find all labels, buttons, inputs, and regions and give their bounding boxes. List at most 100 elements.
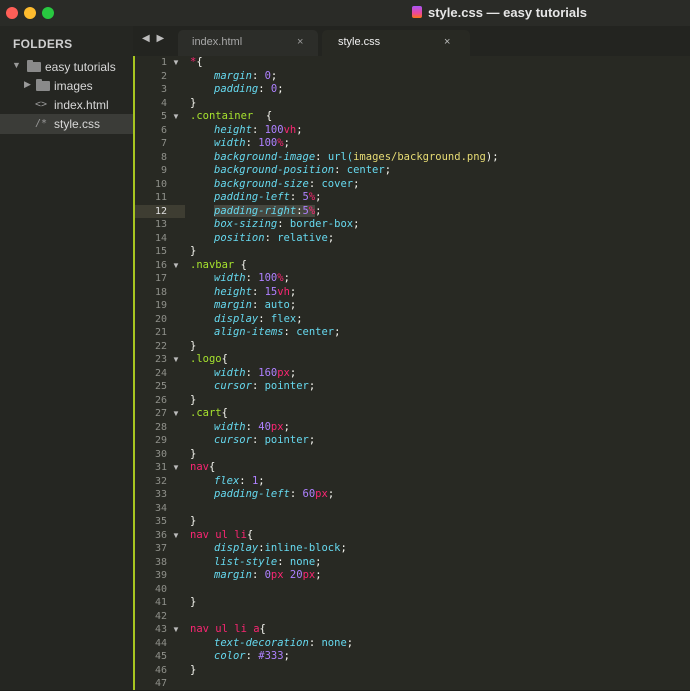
code-line[interactable]: 7 width: 100%; [135, 137, 690, 151]
code-line[interactable]: 34 [135, 502, 690, 516]
token: 0 [270, 83, 278, 95]
code-line[interactable]: 20 display: flex; [135, 313, 690, 327]
code-line[interactable]: 32 flex: 1; [135, 475, 690, 489]
code-line[interactable]: 30 } [135, 448, 690, 462]
fold-arrow-icon[interactable]: ▼ [172, 531, 180, 540]
tab-index-html[interactable]: index.html × [178, 30, 318, 56]
close-window-button[interactable] [6, 7, 18, 19]
token: display [214, 542, 259, 554]
fold-arrow-icon[interactable]: ▼ [172, 58, 180, 67]
token: % [277, 272, 284, 284]
code-line[interactable]: 41 } [135, 596, 690, 610]
minimize-window-button[interactable] [24, 7, 36, 19]
code-line[interactable]: 24 width: 160px; [135, 367, 690, 381]
line-number: 8 [160, 151, 167, 163]
code-line[interactable]: 10 background-size: cover; [135, 178, 690, 192]
code-line[interactable]: 31 ▼ nav{ [135, 461, 690, 475]
sidebar-item-index-html[interactable]: <> index.html [0, 95, 133, 115]
line-number: 30 [154, 448, 167, 460]
sidebar-item-root-folder[interactable]: ▼ easy tutorials [0, 57, 133, 77]
sidebar-item-label: style.css [54, 117, 101, 131]
line-number: 44 [154, 637, 167, 649]
line-number: 20 [154, 313, 167, 325]
fold-arrow-icon[interactable]: ▼ [172, 112, 180, 121]
sidebar-item-images[interactable]: ▶ images [0, 76, 133, 96]
token: 0 [264, 69, 271, 82]
code-line[interactable]: 27 ▼ .cart{ [135, 407, 690, 421]
code-line[interactable]: 11 padding-left: 5%; [135, 191, 690, 205]
code-line[interactable]: 6 height: 100vh; [135, 124, 690, 138]
code-line[interactable]: 37 display:inline-block; [135, 542, 690, 556]
token: center [346, 164, 385, 176]
token: { [221, 353, 228, 365]
code-line[interactable]: 44 text-decoration: none; [135, 637, 690, 651]
code-line[interactable]: 19 margin: auto; [135, 299, 690, 313]
code-line[interactable]: 22 } [135, 340, 690, 354]
code-line[interactable]: 21 align-items: center; [135, 326, 690, 340]
line-number: 31 [154, 462, 167, 473]
code-line[interactable]: 36 ▼ nav ul li{ [135, 529, 690, 543]
token: width [214, 366, 246, 379]
code-text: display: flex; [214, 312, 303, 325]
token: height [214, 285, 252, 298]
code-line[interactable]: 2 margin: 0; [135, 70, 690, 84]
code-line[interactable]: 23 ▼ .logo{ [135, 353, 690, 367]
code-text: color: #333; [214, 650, 290, 662]
close-icon[interactable]: × [297, 36, 303, 48]
code-line[interactable]: 5 ▼ .container { [135, 110, 690, 124]
fold-arrow-icon[interactable]: ▼ [172, 261, 180, 270]
code-line[interactable]: 3 padding: 0; [135, 83, 690, 97]
token: { [246, 528, 254, 541]
code-line[interactable]: 29 cursor: pointer; [135, 434, 690, 448]
close-icon[interactable]: × [444, 36, 450, 48]
tab-navigation-arrows[interactable]: ◀ ▶ [142, 33, 166, 44]
code-line[interactable]: 25 cursor: pointer; [135, 380, 690, 394]
fold-arrow-icon[interactable]: ▼ [172, 625, 180, 634]
code-line[interactable]: 47 [135, 677, 690, 691]
token: padding-left [214, 191, 290, 203]
code-line[interactable]: 4 } [135, 97, 690, 111]
line-number: 24 [154, 367, 167, 379]
tab-style-css[interactable]: style.css × [322, 30, 470, 56]
code-line[interactable]: 46 } [135, 664, 690, 678]
code-text: .logo{ [190, 353, 228, 367]
code-line[interactable]: 39 margin: 0px 20px; [135, 569, 690, 583]
code-line[interactable]: 42 [135, 610, 690, 624]
code-text: align-items: center; [214, 326, 341, 338]
code-line[interactable]: 17 width: 100%; [135, 272, 690, 286]
chevron-down-icon[interactable]: ▼ [12, 60, 21, 70]
code-line[interactable]: 18 height: 15vh; [135, 286, 690, 300]
code-line[interactable]: 40 [135, 583, 690, 597]
code-line[interactable]: 14 position: relative; [135, 232, 690, 246]
token: images/background.png [353, 150, 486, 163]
zoom-window-button[interactable] [42, 7, 54, 19]
code-line[interactable]: 26 } [135, 394, 690, 408]
code-line[interactable]: 35 } [135, 515, 690, 529]
token: center [296, 326, 335, 338]
line-number: 43 [154, 624, 167, 635]
code-text: background-position: center; [214, 164, 392, 176]
code-line[interactable]: 13 box-sizing: border-box; [135, 218, 690, 232]
code-line[interactable]: 45 color: #333; [135, 650, 690, 664]
fold-arrow-icon[interactable]: ▼ [172, 463, 180, 472]
code-text: } [190, 447, 197, 460]
code-line[interactable]: 28 width: 40px; [135, 421, 690, 435]
code-line[interactable]: 16 ▼ .navbar { [135, 259, 690, 273]
line-number: 17 [154, 273, 167, 284]
token: 100 [258, 137, 278, 149]
code-line[interactable]: 8 background-image: url(images/backgroun… [135, 151, 690, 165]
code-line[interactable]: 43 ▼ nav ul li a{ [135, 623, 690, 637]
code-line[interactable]: 9 background-position: center; [135, 164, 690, 178]
code-line[interactable]: 38 list-style: none; [135, 556, 690, 570]
sidebar-item-style-css[interactable]: /* style.css [0, 114, 133, 134]
token: padding-left [214, 488, 290, 500]
code-line[interactable]: 1 ▼ *{ [135, 56, 690, 70]
code-line-current[interactable]: 12 padding-right:5%; [135, 204, 690, 218]
code-text: box-sizing: border-box; [214, 218, 360, 230]
fold-arrow-icon[interactable]: ▼ [172, 409, 180, 418]
chevron-right-icon[interactable]: ▶ [24, 79, 31, 90]
code-line[interactable]: 15 } [135, 245, 690, 259]
code-line[interactable]: 33 padding-left: 60px; [135, 488, 690, 502]
token: 160 [258, 366, 278, 379]
fold-arrow-icon[interactable]: ▼ [172, 355, 180, 364]
